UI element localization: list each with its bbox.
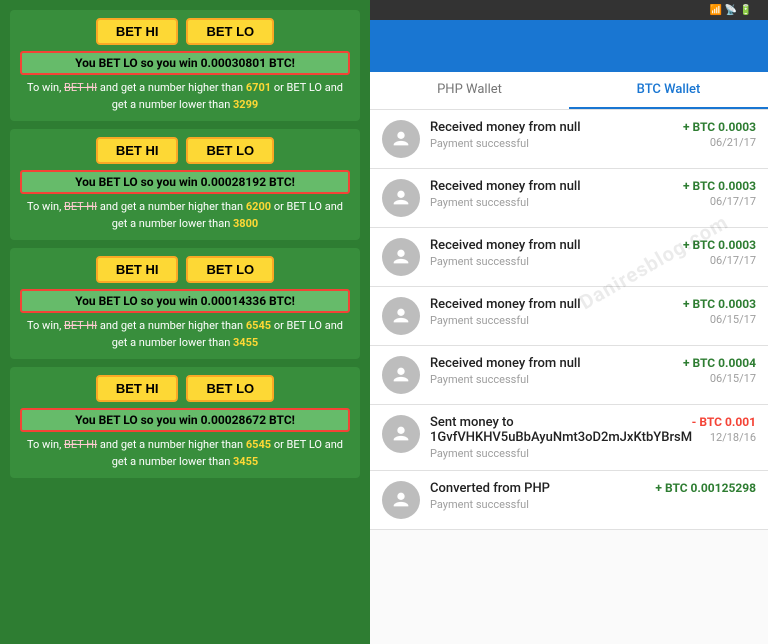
- tx-right: + BTC 0.0003 06/21/17: [683, 120, 756, 149]
- tx-amount: + BTC 0.0003: [683, 297, 756, 311]
- bet-lo-button[interactable]: BET LO: [186, 18, 274, 45]
- tx-details: Received money from null Payment success…: [430, 120, 673, 150]
- tx-date: 12/18/16: [692, 431, 756, 444]
- tx-title: Received money from null: [430, 297, 673, 312]
- tx-title: Received money from null: [430, 179, 673, 194]
- avatar: [382, 481, 420, 519]
- tx-amount: + BTC 0.0003: [683, 120, 756, 134]
- bet-card-0: BET HI BET LO You BET LO so you win 0.00…: [10, 10, 360, 121]
- transaction-item-5[interactable]: Sent money to 1GvfVHKHV5uBbAyuNmt3oD2mJx…: [370, 405, 768, 471]
- transaction-item-3[interactable]: Received money from null Payment success…: [370, 287, 768, 346]
- tx-date: 06/17/17: [683, 195, 756, 208]
- bet-description: To win, BET HI and get a number higher t…: [20, 318, 350, 351]
- avatar: [382, 238, 420, 276]
- tx-details: Received money from null Payment success…: [430, 238, 673, 268]
- bet-lo-button[interactable]: BET LO: [186, 137, 274, 164]
- tx-amount: - BTC 0.001: [692, 415, 756, 429]
- bet-buttons: BET HI BET LO: [20, 18, 350, 45]
- tx-right: + BTC 0.0003 06/15/17: [683, 297, 756, 326]
- avatar: [382, 415, 420, 453]
- bet-card-1: BET HI BET LO You BET LO so you win 0.00…: [10, 129, 360, 240]
- tx-date: 06/15/17: [683, 313, 756, 326]
- bet-lo-button[interactable]: BET LO: [186, 256, 274, 283]
- tx-details: Sent money to 1GvfVHKHV5uBbAyuNmt3oD2mJx…: [430, 415, 682, 460]
- tx-right: + BTC 0.0004 06/15/17: [683, 356, 756, 385]
- tx-title: Sent money to 1GvfVHKHV5uBbAyuNmt3oD2mJx…: [430, 415, 682, 445]
- tx-title: Received money from null: [430, 120, 673, 135]
- tx-date: 06/17/17: [683, 254, 756, 267]
- avatar: [382, 356, 420, 394]
- win-message: You BET LO so you win 0.00030801 BTC!: [20, 51, 350, 75]
- tx-status: Payment successful: [430, 498, 645, 511]
- tab-php-wallet[interactable]: PHP Wallet: [370, 72, 569, 109]
- tx-date: 06/21/17: [683, 136, 756, 149]
- win-message: You BET LO so you win 0.00028672 BTC!: [20, 408, 350, 432]
- avatar: [382, 120, 420, 158]
- tx-status: Payment successful: [430, 196, 673, 209]
- bet-card-2: BET HI BET LO You BET LO so you win 0.00…: [10, 248, 360, 359]
- bet-description: To win, BET HI and get a number higher t…: [20, 199, 350, 232]
- bet-buttons: BET HI BET LO: [20, 137, 350, 164]
- tx-status: Payment successful: [430, 137, 673, 150]
- bet-description: To win, BET HI and get a number higher t…: [20, 437, 350, 470]
- tx-date: 06/15/17: [683, 372, 756, 385]
- tx-details: Received money from null Payment success…: [430, 297, 673, 327]
- tabs: PHP WalletBTC Wallet: [370, 72, 768, 110]
- header: [370, 20, 768, 72]
- bet-lo-button[interactable]: BET LO: [186, 375, 274, 402]
- avatar: [382, 179, 420, 217]
- bet-buttons: BET HI BET LO: [20, 256, 350, 283]
- win-message: You BET LO so you win 0.00014336 BTC!: [20, 289, 350, 313]
- tx-title: Received money from null: [430, 356, 673, 371]
- bet-hi-button[interactable]: BET HI: [96, 137, 179, 164]
- win-message: You BET LO so you win 0.00028192 BTC!: [20, 170, 350, 194]
- left-panel: BET HI BET LO You BET LO so you win 0.00…: [0, 0, 370, 644]
- right-panel: 📶 📡 🔋 PHP WalletBTC Wallet Received mone…: [370, 0, 768, 644]
- status-icons: 📶 📡 🔋: [710, 5, 752, 16]
- bet-description: To win, BET HI and get a number higher t…: [20, 80, 350, 113]
- tx-details: Received money from null Payment success…: [430, 179, 673, 209]
- tx-status: Payment successful: [430, 255, 673, 268]
- transaction-item-0[interactable]: Received money from null Payment success…: [370, 110, 768, 169]
- bet-hi-button[interactable]: BET HI: [96, 18, 179, 45]
- tx-amount: + BTC 0.0003: [683, 179, 756, 193]
- tx-right: + BTC 0.0003 06/17/17: [683, 179, 756, 208]
- tx-amount: + BTC 0.00125298: [655, 481, 756, 495]
- tx-right: - BTC 0.001 12/18/16: [692, 415, 756, 444]
- tx-right: + BTC 0.0003 06/17/17: [683, 238, 756, 267]
- tx-title: Received money from null: [430, 238, 673, 253]
- tx-right: + BTC 0.00125298: [655, 481, 756, 497]
- tx-details: Converted from PHP Payment successful: [430, 481, 645, 511]
- tx-amount: + BTC 0.0003: [683, 238, 756, 252]
- transaction-item-1[interactable]: Received money from null Payment success…: [370, 169, 768, 228]
- tx-status: Payment successful: [430, 373, 673, 386]
- transaction-item-4[interactable]: Received money from null Payment success…: [370, 346, 768, 405]
- tx-amount: + BTC 0.0004: [683, 356, 756, 370]
- status-bar: 📶 📡 🔋: [370, 0, 768, 20]
- tx-status: Payment successful: [430, 447, 682, 460]
- tx-title: Converted from PHP: [430, 481, 645, 496]
- transaction-list[interactable]: Received money from null Payment success…: [370, 110, 768, 644]
- tab-btc-wallet[interactable]: BTC Wallet: [569, 72, 768, 109]
- bet-hi-button[interactable]: BET HI: [96, 375, 179, 402]
- transaction-item-6[interactable]: Converted from PHP Payment successful + …: [370, 471, 768, 530]
- avatar: [382, 297, 420, 335]
- tx-status: Payment successful: [430, 314, 673, 327]
- transaction-item-2[interactable]: Received money from null Payment success…: [370, 228, 768, 287]
- bet-hi-button[interactable]: BET HI: [96, 256, 179, 283]
- bet-card-3: BET HI BET LO You BET LO so you win 0.00…: [10, 367, 360, 478]
- bet-buttons: BET HI BET LO: [20, 375, 350, 402]
- tx-details: Received money from null Payment success…: [430, 356, 673, 386]
